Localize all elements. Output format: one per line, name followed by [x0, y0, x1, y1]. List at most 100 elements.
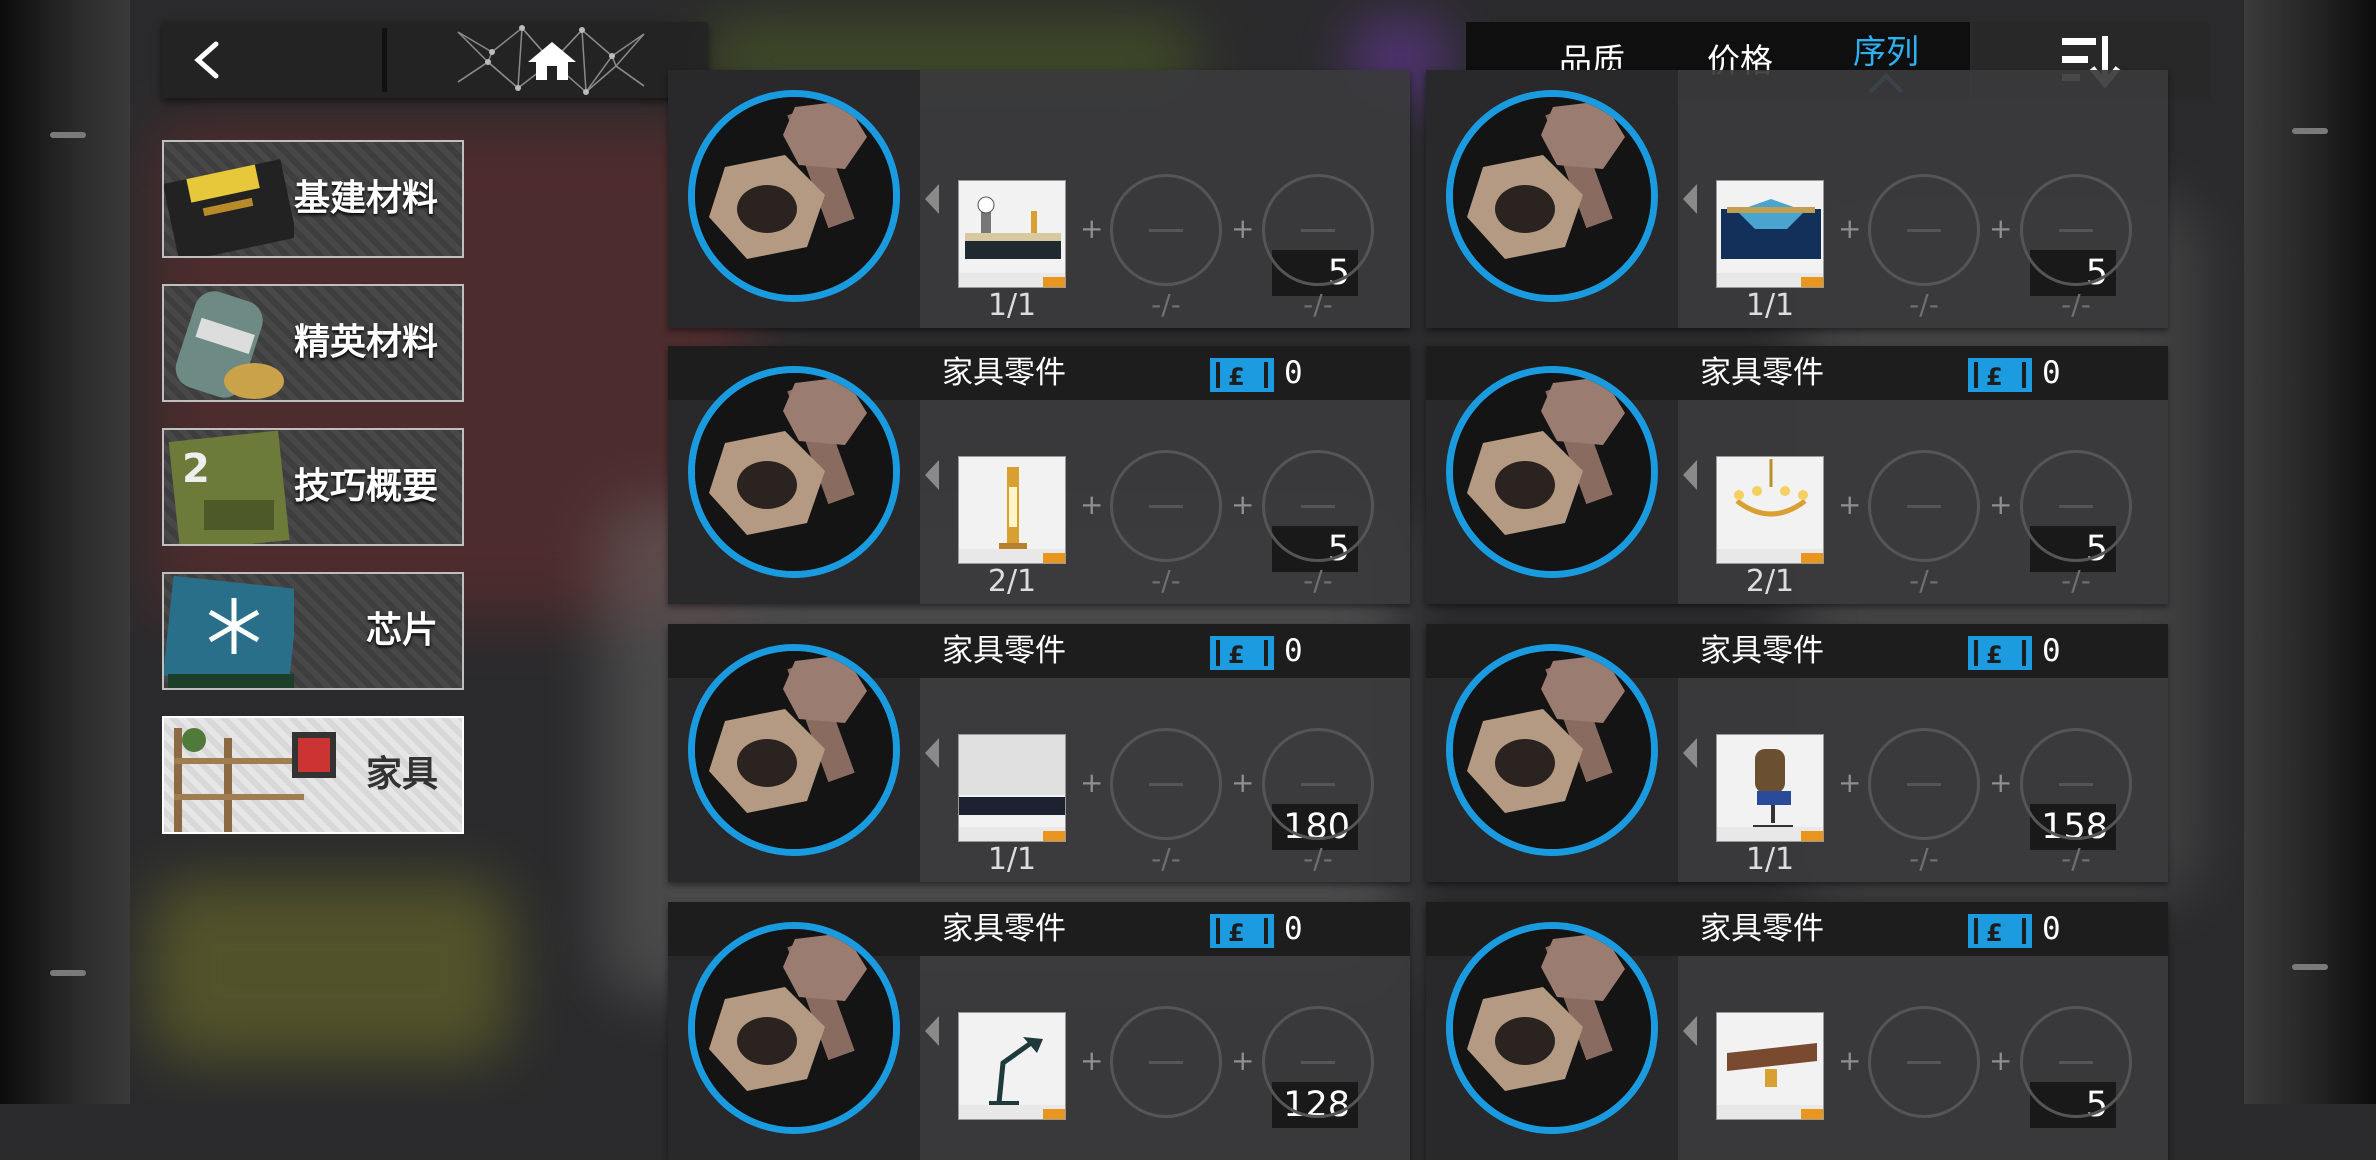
arrow-left-icon — [925, 1016, 939, 1046]
empty-slot[interactable] — [1110, 174, 1222, 286]
ticket-count: 0 — [2042, 911, 2061, 947]
recipe-title: 家具零件 — [1700, 355, 1824, 391]
bolt-nut-icon — [1446, 644, 1658, 856]
empty-slot[interactable] — [2020, 174, 2132, 286]
home-icon — [457, 25, 645, 95]
plus-icon: + — [1838, 1044, 1862, 1077]
category-elite-materials[interactable]: 精英材料 — [162, 284, 464, 402]
item-count: 1/1 — [1745, 288, 1795, 323]
furniture-counter[interactable] — [958, 180, 1066, 288]
category-label: 芯片 — [365, 610, 438, 651]
plus-icon: + — [1080, 766, 1104, 799]
ticket-count: 0 — [1284, 911, 1303, 947]
slot-count: -/- — [1303, 564, 1333, 597]
bolt-nut-icon — [1446, 90, 1658, 302]
empty-slot[interactable] — [1868, 174, 1980, 286]
recipe-card[interactable]: 家具零件 £ 0 5 + + — [1426, 902, 2168, 1160]
slot-count: -/- — [1303, 842, 1333, 875]
empty-slot[interactable] — [1110, 450, 1222, 562]
recipe-title: 家具零件 — [1700, 633, 1824, 669]
recipe-card[interactable]: 家具零件 £ 0 5 2/1 + -/- + -/- — [668, 346, 1410, 604]
bolt-nut-icon — [688, 922, 900, 1134]
ticket-count: 0 — [2042, 355, 2061, 391]
bolt-nut-icon — [688, 90, 900, 302]
empty-slot[interactable] — [1110, 1006, 1222, 1118]
recipe-card[interactable]: £ 5 1/1 + -/- + -/- — [1426, 70, 2168, 328]
ticket-icon: £ — [1968, 914, 2032, 948]
plus-icon: + — [1080, 488, 1104, 521]
bolt-nut-icon — [1446, 922, 1658, 1134]
category-label: 技巧概要 — [293, 466, 438, 507]
plus-icon: + — [1989, 212, 2013, 245]
recipe-card[interactable]: £ 5 1/1 + -/- + -/- — [668, 70, 1410, 328]
ticket-icon: £ — [1210, 636, 1274, 670]
back-button[interactable] — [162, 22, 382, 98]
plus-icon: + — [1231, 1044, 1255, 1077]
furniture-chandelier[interactable] — [1716, 456, 1824, 564]
empty-slot[interactable] — [1868, 728, 1980, 840]
recipe-card[interactable]: 家具零件 £ 0 180 1/1 + -/- + -/- — [668, 624, 1410, 882]
infrastructure-material-icon — [164, 159, 294, 256]
empty-slot[interactable] — [1868, 450, 1980, 562]
recipe-title: 家具零件 — [942, 633, 1066, 669]
slot-count: -/- — [1151, 842, 1181, 875]
ticket-count: 0 — [1284, 355, 1303, 391]
item-count: 2/1 — [987, 564, 1037, 599]
furniture-office-chair[interactable] — [1716, 734, 1824, 842]
category-chips[interactable]: 芯片 — [162, 572, 464, 690]
slot-count: -/- — [2061, 842, 2091, 875]
tab-sequence-label: 序列 — [1853, 32, 1919, 71]
slot-count: -/- — [2061, 564, 2091, 597]
arrow-left-icon — [1683, 184, 1697, 214]
category-label: 基建材料 — [293, 178, 438, 219]
home-button[interactable] — [452, 22, 652, 98]
top-navigation-bar — [162, 22, 708, 98]
category-furniture[interactable]: 家具 — [162, 716, 464, 834]
plus-icon: + — [1231, 766, 1255, 799]
empty-slot[interactable] — [1110, 728, 1222, 840]
empty-slot[interactable] — [2020, 1006, 2132, 1118]
recipe-card[interactable]: 家具零件 £ 0 5 2/1 + -/- + -/- — [1426, 346, 2168, 604]
furniture-blue-bed[interactable] — [1716, 180, 1824, 288]
elite-material-icon — [175, 291, 284, 399]
ticket-icon: £ — [1968, 358, 2032, 392]
ticket-icon: £ — [1210, 358, 1274, 392]
empty-slot[interactable] — [1262, 450, 1374, 562]
item-count: 1/1 — [1745, 842, 1795, 877]
svg-text:2: 2 — [182, 446, 210, 492]
plus-icon: + — [1989, 766, 2013, 799]
left-frame-rail — [0, 0, 130, 1104]
empty-slot[interactable] — [2020, 450, 2132, 562]
bolt-nut-icon — [1446, 366, 1658, 578]
chevron-left-icon — [194, 41, 219, 79]
empty-slot[interactable] — [1262, 174, 1374, 286]
plus-icon: + — [1838, 488, 1862, 521]
svg-text:£: £ — [1986, 919, 2003, 947]
divider — [382, 28, 387, 92]
empty-slot[interactable] — [2020, 728, 2132, 840]
plus-icon: + — [1231, 212, 1255, 245]
arrow-left-icon — [1683, 1016, 1697, 1046]
furniture-shelf-icon — [174, 728, 336, 832]
ticket-count: 0 — [2042, 633, 2061, 669]
empty-slot[interactable] — [1868, 1006, 1980, 1118]
category-infrastructure-materials[interactable]: 基建材料 — [162, 140, 464, 258]
furniture-wall-panel[interactable] — [958, 734, 1066, 842]
category-skill-summary[interactable]: 2 技巧概要 — [162, 428, 464, 546]
slot-count: -/- — [1303, 288, 1333, 321]
item-count: 1/1 — [987, 288, 1037, 323]
plus-icon: + — [1838, 766, 1862, 799]
plus-icon: + — [1989, 1044, 2013, 1077]
recipe-card[interactable]: 家具零件 £ 0 128 + + — [668, 902, 1410, 1160]
arrow-left-icon — [925, 738, 939, 768]
plus-icon: + — [1838, 212, 1862, 245]
recipe-card[interactable]: 家具零件 £ 0 158 1/1 + -/- + -/- — [1426, 624, 2168, 882]
item-count: 1/1 — [987, 842, 1037, 877]
furniture-pillar-lamp[interactable] — [958, 456, 1066, 564]
arrow-left-icon — [1683, 460, 1697, 490]
skill-book-icon: 2 — [168, 430, 290, 544]
empty-slot[interactable] — [1262, 728, 1374, 840]
empty-slot[interactable] — [1262, 1006, 1374, 1118]
arrow-left-icon — [925, 460, 939, 490]
plus-icon: + — [1080, 1044, 1104, 1077]
